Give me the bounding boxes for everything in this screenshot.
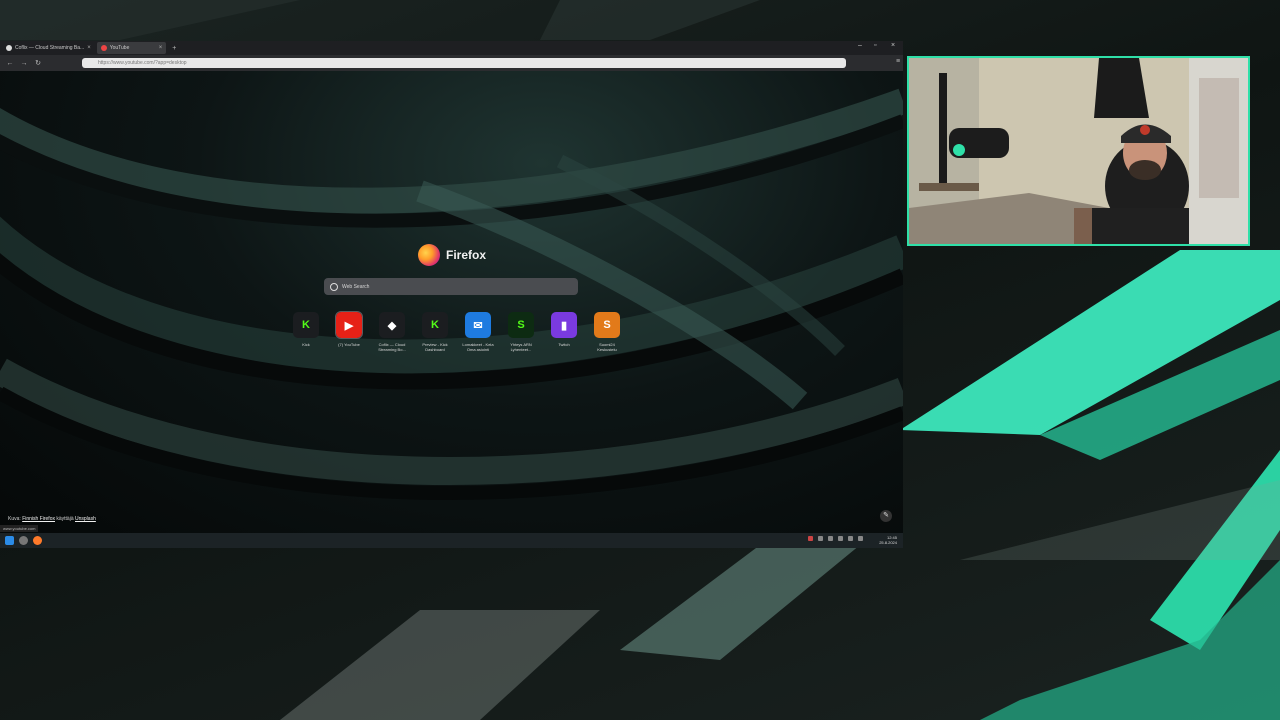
site-label: Coflix — Cloud Streaming Bo... [378, 342, 406, 352]
browser-window: Coflix — Cloud Streaming Ba... × YouTube… [0, 41, 903, 548]
new-tab-icon[interactable]: + [172, 45, 176, 52]
top-site-tile[interactable]: ▮ Twitch [546, 312, 582, 352]
tray-icon[interactable] [808, 536, 813, 541]
tab-favicon [6, 45, 12, 51]
top-sites: K Kick ▶ (7) YouTube ◆ Coflix — Cloud Streami… [288, 311, 625, 352]
site-label: Suomi24 Keskustelu [597, 342, 617, 352]
top-site-tile[interactable]: S Suomi24 Keskustelu [589, 312, 625, 352]
close-tab-icon[interactable]: × [159, 45, 163, 51]
site-icon: ▶ [335, 311, 363, 339]
windows-start-icon[interactable] [5, 536, 14, 545]
bg-shape [960, 480, 1280, 560]
brand-name: Firefox [446, 248, 487, 262]
credit-author-link[interactable]: Finnish Firefox [22, 516, 55, 522]
credit-site-link[interactable]: Unsplash [75, 516, 96, 522]
back-icon[interactable]: ← [6, 60, 14, 67]
tab-youtube[interactable]: YouTube × [96, 42, 167, 54]
top-site-tile[interactable]: ✉ Lomakkeet - Kela Oma asiointi [460, 312, 496, 352]
site-label: Kick [302, 342, 310, 347]
site-icon: ▮ [551, 312, 577, 338]
taskbar-clock[interactable]: 12:45 25.8.2024 [879, 535, 897, 545]
site-label: Lomakkeet - Kela Oma asiointi [462, 342, 494, 352]
tab-coflix[interactable]: Coflix — Cloud Streaming Ba... × [2, 42, 95, 54]
site-icon: K [422, 312, 448, 338]
maximize-icon[interactable]: ▫ [874, 42, 876, 49]
app-icon[interactable] [19, 536, 28, 545]
search-engine-icon [330, 282, 338, 291]
top-site-tile[interactable]: K Preview - Kick Dashboard [417, 312, 453, 352]
bg-shape [540, 0, 760, 40]
tray-icon[interactable] [838, 536, 843, 541]
site-label: Yhteys ARN Lyhenteet... [510, 342, 532, 352]
stream-layout: Coflix — Cloud Streaming Ba... × YouTube… [0, 0, 1280, 720]
webcam-scene [909, 58, 1248, 244]
taskbar: 12:45 25.8.2024 [0, 533, 903, 548]
new-tab-page: Firefox Web Search K Kick ▶ (7) YouTube ◆ Cof… [0, 71, 903, 533]
bg-shape [280, 610, 600, 720]
search-box[interactable]: Web Search [324, 278, 578, 295]
search-placeholder: Web Search [342, 283, 370, 290]
menu-icon[interactable]: ≡ [894, 58, 902, 65]
photo-credit: Kuva: Finnish Firefox käyttäjä Unsplash [8, 516, 96, 522]
close-window-icon[interactable]: × [891, 42, 895, 49]
address-bar[interactable]: https://www.youtube.com/?app=desktop [82, 58, 846, 68]
site-icon: K [293, 312, 319, 338]
reload-icon[interactable]: ↻ [34, 59, 42, 67]
webcam-overlay [907, 56, 1250, 246]
tray-icon[interactable] [818, 536, 823, 541]
bg-shape [0, 0, 300, 40]
site-icon: ◆ [379, 312, 405, 338]
wallpaper [0, 88, 903, 500]
youtube-favicon [100, 45, 107, 51]
minimize-icon[interactable]: – [858, 42, 862, 49]
tab-strip: Coflix — Cloud Streaming Ba... × YouTube… [0, 41, 903, 55]
site-icon: S [594, 312, 620, 338]
url-text: https://www.youtube.com/?app=desktop [98, 60, 187, 66]
close-tab-icon[interactable]: × [87, 45, 91, 51]
customize-icon[interactable]: ✎ [880, 510, 892, 522]
tab-label: Coflix — Cloud Streaming Ba... [15, 45, 85, 51]
top-site-tile[interactable]: ▶ (7) YouTube [331, 311, 367, 352]
bg-shape [900, 250, 1280, 435]
site-icon: S [508, 312, 534, 338]
bg-shape [620, 545, 860, 660]
tray-icon[interactable] [848, 536, 853, 541]
tray-icon[interactable] [828, 536, 833, 541]
system-tray [808, 536, 863, 541]
firefox-taskbar-icon[interactable] [33, 536, 42, 545]
firefox-icon [418, 244, 440, 266]
top-site-tile[interactable]: K Kick [288, 312, 324, 352]
tab-label: YouTube [109, 45, 130, 51]
top-site-tile[interactable]: ◆ Coflix — Cloud Streaming Bo... [374, 312, 410, 352]
site-label: Preview - Kick Dashboard [422, 342, 448, 352]
site-icon: ✉ [465, 312, 491, 338]
site-label: (7) YouTube [338, 342, 360, 347]
status-url: www.youtube.com [0, 525, 39, 532]
top-site-tile[interactable]: S Yhteys ARN Lyhenteet... [503, 312, 539, 352]
tray-icon[interactable] [858, 536, 863, 541]
firefox-logo: Firefox [418, 244, 486, 266]
navigation-bar: ← → ↻ https://www.youtube.com/?app=deskt… [0, 55, 903, 71]
site-label: Twitch [558, 342, 570, 347]
forward-icon[interactable]: → [20, 60, 28, 67]
